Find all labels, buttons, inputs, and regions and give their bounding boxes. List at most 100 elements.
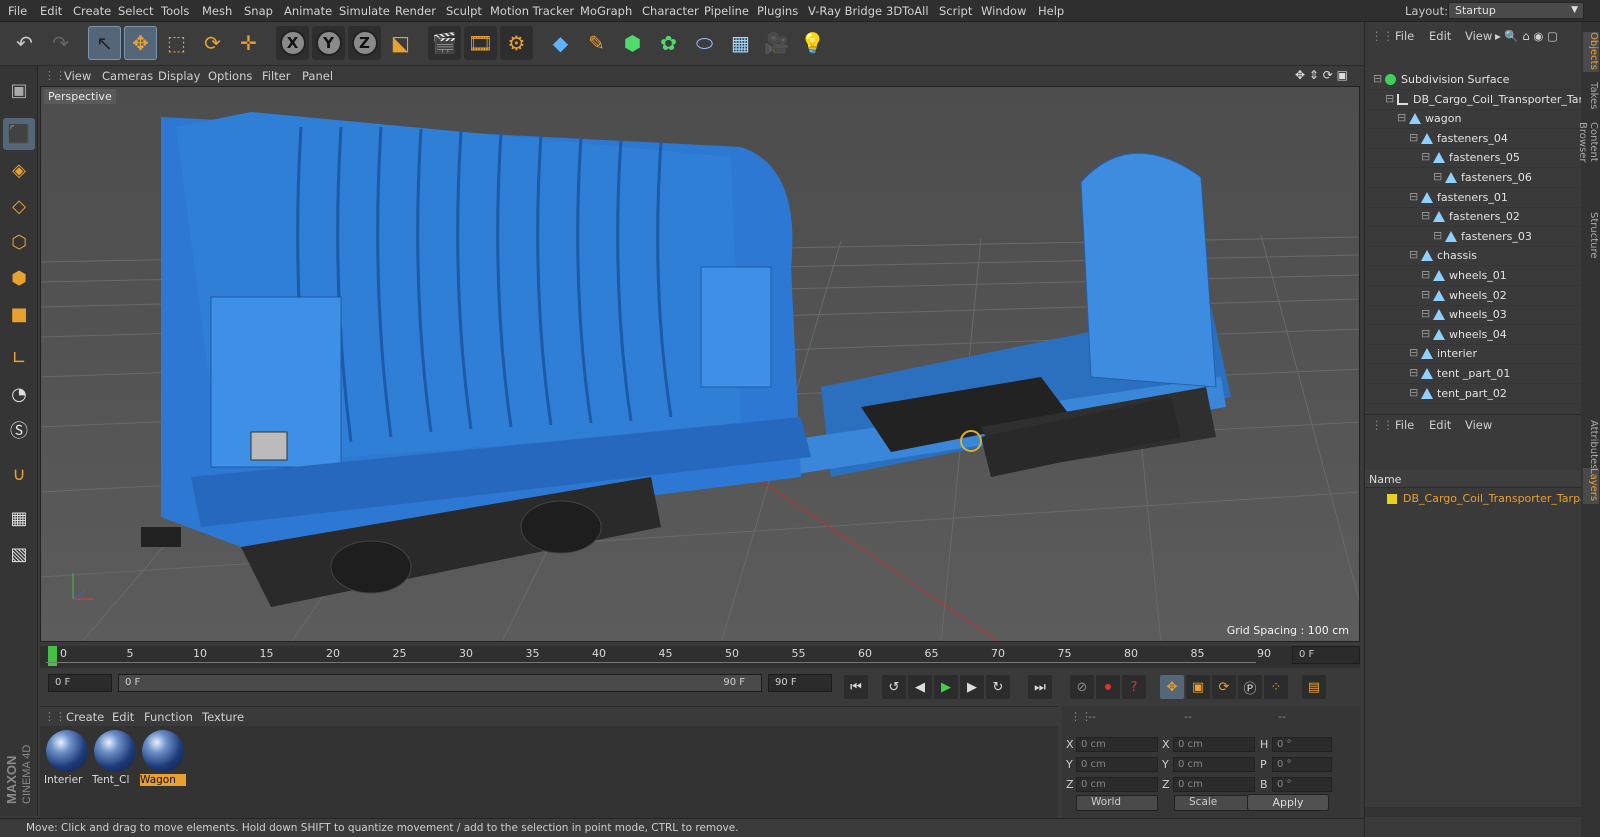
start-frame-field[interactable]: 0 F: [48, 674, 112, 692]
objects-menu-file[interactable]: File: [1395, 29, 1414, 43]
tree-expand-icon[interactable]: ⊟: [1409, 386, 1418, 399]
cloner-icon[interactable]: ✿: [652, 26, 685, 60]
x-axis-icon[interactable]: X: [276, 26, 309, 60]
tree-row[interactable]: ⊟ chassis: [1365, 246, 1581, 267]
move-icon[interactable]: ✥: [124, 26, 157, 60]
y-axis-icon[interactable]: Y: [312, 26, 345, 60]
tree-expand-icon[interactable]: ⊟: [1409, 346, 1418, 359]
tree-expand-icon[interactable]: ⊟: [1433, 170, 1442, 183]
go-to-end-icon[interactable]: ⏭: [1028, 675, 1052, 699]
autokey-icon[interactable]: ?: [1122, 675, 1146, 699]
floor-icon[interactable]: ▦: [724, 26, 757, 60]
viewport-3d[interactable]: Perspective Grid Spacing : 100 cm: [40, 86, 1360, 642]
menu-simulate[interactable]: Simulate: [339, 4, 390, 18]
axis-mode-icon[interactable]: ∟: [3, 342, 35, 374]
deformer-icon[interactable]: ⬭: [688, 26, 721, 60]
tree-expand-icon[interactable]: ⊟: [1385, 92, 1394, 105]
next-key-icon[interactable]: ↻: [986, 675, 1010, 699]
current-frame-field[interactable]: 0 F: [1292, 646, 1360, 664]
material-item[interactable]: Interier: [44, 730, 90, 788]
tree-row[interactable]: ⊟ Subdivision Surface: [1365, 70, 1581, 90]
material-menu-edit[interactable]: Edit: [112, 710, 134, 724]
size-y-field[interactable]: 0 cm: [1173, 757, 1255, 772]
scale-icon[interactable]: ⬚: [160, 26, 193, 60]
snap-icon[interactable]: Ⓢ: [3, 414, 35, 446]
world-coordinates-icon[interactable]: ⬕: [384, 26, 417, 60]
magnet-icon[interactable]: ∪: [3, 458, 35, 490]
layout-select[interactable]: Startup ▼: [1448, 2, 1584, 19]
size-mode-select[interactable]: Scale: [1174, 795, 1256, 811]
recent-tool-icon[interactable]: ✛: [232, 26, 265, 60]
menu-3dtoall[interactable]: 3DToAll: [886, 4, 929, 18]
menu-create[interactable]: Create: [73, 4, 111, 18]
position-x-field[interactable]: 0 cm: [1076, 737, 1158, 752]
subdivision-icon[interactable]: ⬢: [616, 26, 649, 60]
layers-menu-view[interactable]: View: [1465, 418, 1492, 432]
tree-row[interactable]: ⊟ fasteners_05: [1365, 148, 1581, 169]
timeline-ruler[interactable]: 0 5 10 15 20 25 30 35 40 45 50 55 60 65 70 75 80 85 90: [40, 646, 1360, 668]
layers-menu-file[interactable]: File: [1395, 418, 1414, 432]
horizontal-scrollbar[interactable]: [1365, 807, 1581, 817]
menu-pipeline[interactable]: Pipeline: [704, 4, 749, 18]
render-picture-viewer-icon[interactable]: 🎞: [464, 26, 497, 60]
material-item[interactable]: Wagon: [140, 730, 186, 788]
rotate-icon[interactable]: ⟳: [196, 26, 229, 60]
record-icon[interactable]: ⏺: [1096, 675, 1120, 699]
pen-spline-icon[interactable]: ✎: [580, 26, 613, 60]
position-z-field[interactable]: 0 cm: [1076, 777, 1158, 792]
tree-expand-icon[interactable]: ⊟: [1373, 72, 1382, 85]
tree-row[interactable]: ⊟ fasteners_06: [1365, 168, 1581, 188]
rotation-h-field[interactable]: 0 °: [1272, 737, 1332, 752]
tree-row[interactable]: ⊟ wheels_03: [1365, 305, 1581, 326]
viewport-menu-filter[interactable]: Filter: [262, 69, 290, 83]
tree-row[interactable]: ⊟ interier: [1365, 344, 1581, 365]
size-z-field[interactable]: 0 cm: [1173, 777, 1255, 792]
timeline-window-icon[interactable]: ▤: [1302, 675, 1326, 699]
menu-mesh[interactable]: Mesh: [202, 4, 232, 18]
viewport-menu-panel[interactable]: Panel: [302, 69, 333, 83]
tree-expand-icon[interactable]: ⊟: [1421, 150, 1430, 163]
menu-plugins[interactable]: Plugins: [757, 4, 798, 18]
side-tab-layers[interactable]: Layers: [1583, 468, 1599, 504]
make-editable-icon[interactable]: ▣: [3, 74, 35, 106]
menu-edit[interactable]: Edit: [40, 4, 62, 18]
tree-row[interactable]: ⊟ fasteners_01: [1365, 188, 1581, 208]
tree-expand-icon[interactable]: ⊟: [1421, 307, 1430, 320]
key-pla-icon[interactable]: ⁘: [1264, 675, 1288, 699]
tree-row[interactable]: ⊟ fasteners_04: [1365, 129, 1581, 149]
side-tab-objects[interactable]: Objects: [1583, 32, 1599, 72]
tree-expand-icon[interactable]: ⊟: [1421, 268, 1430, 281]
cube-icon[interactable]: ◆: [544, 26, 577, 60]
menu-character[interactable]: Character: [642, 4, 699, 18]
key-param-icon[interactable]: Ⓟ: [1238, 675, 1262, 699]
material-menu-create[interactable]: Create: [66, 710, 104, 724]
lock-workplane-icon[interactable]: ▦: [3, 502, 35, 534]
tree-row[interactable]: ⊟ wheels_02: [1365, 286, 1581, 306]
menu-render[interactable]: Render: [395, 4, 436, 18]
apply-button[interactable]: Apply: [1247, 794, 1329, 811]
menu-file[interactable]: File: [8, 4, 27, 18]
tree-row[interactable]: ⊟ fasteners_02: [1365, 207, 1581, 228]
record-disabled-icon[interactable]: ⊘: [1070, 675, 1094, 699]
texture-mode-icon[interactable]: ◈: [3, 154, 35, 186]
tree-row[interactable]: ⊟ DB_Cargo_Coil_Transporter_Tarp: [1365, 90, 1590, 110]
tree-expand-icon[interactable]: ⊟: [1397, 111, 1406, 124]
tree-row[interactable]: ⊟ tent_part_02: [1365, 384, 1581, 404]
render-settings-icon[interactable]: ⚙: [500, 26, 533, 60]
viewport-menu-display[interactable]: Display: [158, 69, 200, 83]
redo-icon[interactable]: ↷: [44, 26, 77, 60]
key-scale-icon[interactable]: ▣: [1186, 675, 1210, 699]
tree-row[interactable]: ⊟ fasteners_03: [1365, 227, 1581, 247]
menu-sculpt[interactable]: Sculpt: [446, 4, 482, 18]
menu-window[interactable]: Window: [981, 4, 1026, 18]
rotation-p-field[interactable]: 0 °: [1272, 757, 1332, 772]
previous-frame-icon[interactable]: ◀: [908, 675, 932, 699]
side-tab-structure[interactable]: Structure: [1583, 212, 1599, 264]
menu-help[interactable]: Help: [1038, 4, 1064, 18]
viewport-nav-icons[interactable]: ✥ ⇕ ⟳ ▣: [1295, 68, 1348, 82]
play-icon[interactable]: ▶: [934, 675, 958, 699]
material-item[interactable]: Tent_Cl: [92, 730, 138, 788]
key-rotation-icon[interactable]: ⟳: [1212, 675, 1236, 699]
menu-motion-tracker[interactable]: Motion Tracker: [490, 4, 574, 18]
objects-toolbar-icons[interactable]: ▸ 🔍 ⌂ ◉ ▢: [1495, 29, 1558, 43]
